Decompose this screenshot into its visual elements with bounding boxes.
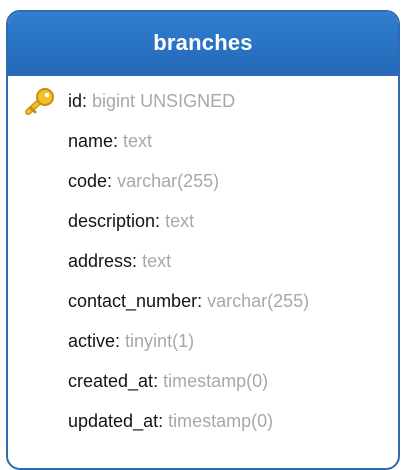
field-separator: : xyxy=(132,250,138,271)
table-title: branches xyxy=(153,30,253,55)
field-row-name[interactable]: name: text xyxy=(8,121,398,161)
field-type: tinyint(1) xyxy=(125,330,195,351)
field-type: text xyxy=(123,130,153,151)
field-name: address xyxy=(68,250,133,271)
field-separator: : xyxy=(153,370,159,391)
field-row-active[interactable]: active: tinyint(1) xyxy=(8,321,398,361)
field-row-description[interactable]: description: text xyxy=(8,201,398,241)
field-type: varchar(255) xyxy=(117,170,220,191)
field-name: description xyxy=(68,210,156,231)
field-separator: : xyxy=(82,90,88,111)
field-row-id[interactable]: id: bigint UNSIGNED xyxy=(8,81,398,121)
field-type: bigint UNSIGNED xyxy=(92,90,236,111)
field-type: text xyxy=(142,250,172,271)
field-name: contact_number xyxy=(68,290,198,311)
field-separator: : xyxy=(155,210,161,231)
field-row-updated-at[interactable]: updated_at: timestamp(0) xyxy=(8,401,398,441)
field-name: updated_at xyxy=(68,410,159,431)
field-type: text xyxy=(165,210,195,231)
field-row-code[interactable]: code: varchar(255) xyxy=(8,161,398,201)
field-separator: : xyxy=(115,330,121,351)
field-row-contact-number[interactable]: contact_number: varchar(255) xyxy=(8,281,398,321)
field-name: code xyxy=(68,170,108,191)
field-name: name xyxy=(68,130,114,151)
field-type: varchar(255) xyxy=(207,290,310,311)
field-list: id: bigint UNSIGNED name: text code: varcha… xyxy=(8,81,398,441)
field-name: created_at xyxy=(68,370,154,391)
table-header[interactable]: branches xyxy=(8,12,398,76)
field-separator: : xyxy=(158,410,164,431)
field-type: timestamp(0) xyxy=(168,410,274,431)
field-name: active xyxy=(68,330,116,351)
field-type: timestamp(0) xyxy=(163,370,269,391)
field-separator: : xyxy=(107,170,113,191)
field-separator: : xyxy=(197,290,203,311)
field-row-address[interactable]: address: text xyxy=(8,241,398,281)
field-row-created-at[interactable]: created_at: timestamp(0) xyxy=(8,361,398,401)
entity-table-branches[interactable]: branches id: bigint UNSIGNED name: text co… xyxy=(6,10,400,470)
key-icon xyxy=(25,88,54,115)
field-separator: : xyxy=(113,130,119,151)
field-name: id xyxy=(68,90,83,111)
